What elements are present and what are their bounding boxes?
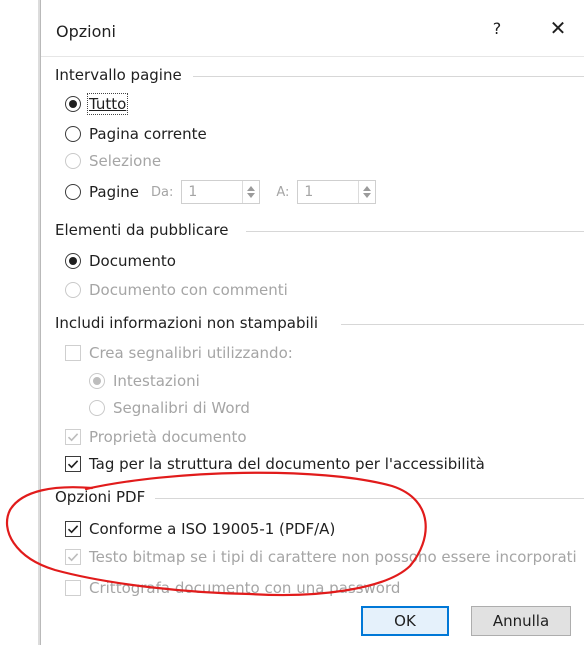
from-page-value[interactable]: 1 [182, 184, 242, 200]
publish-group-title: Elementi da pubblicare [55, 221, 239, 239]
iso-compliant-row[interactable]: Conforme a ISO 19005-1 (PDF/A) [65, 518, 335, 540]
create-bookmarks-label: Crea segnalibri utilizzando: [89, 344, 293, 362]
radio-current-page-label: Pagina corrente [89, 125, 207, 143]
radio-document-comments-row[interactable]: Documento con commenti [65, 279, 288, 301]
cancel-button[interactable]: Annulla [471, 606, 571, 636]
checkmark-icon [67, 433, 79, 442]
radio-document-comments[interactable] [65, 282, 81, 298]
accessibility-tags-row[interactable]: Tag per la struttura del documento per l… [65, 453, 485, 475]
from-page-stepper[interactable]: 1 [181, 180, 261, 204]
dialog-title: Opzioni [56, 22, 116, 41]
radio-pages-label: Pagine [89, 183, 139, 201]
radio-headings-row[interactable]: Intestazioni [89, 370, 200, 392]
document-properties-row[interactable]: Proprietà documento [65, 426, 247, 448]
to-label: A: [276, 184, 290, 200]
chevron-up-icon [247, 186, 256, 191]
radio-word-bookmarks[interactable] [89, 400, 105, 416]
background-app-edge [0, 0, 40, 645]
from-page-arrows[interactable] [242, 181, 259, 203]
bitmap-text-checkbox[interactable] [65, 549, 81, 565]
to-page-arrows[interactable] [358, 181, 375, 203]
radio-selection[interactable] [65, 153, 81, 169]
create-bookmarks-checkbox[interactable] [65, 345, 81, 361]
radio-document-comments-label: Documento con commenti [89, 281, 288, 299]
to-page-stepper[interactable]: 1 [297, 180, 377, 204]
close-button[interactable]: ✕ [546, 16, 570, 40]
encrypt-label: Crittografa documento con una password [89, 579, 401, 597]
ok-button[interactable]: OK [361, 606, 449, 636]
pdf-options-group-title: Opzioni PDF [55, 488, 156, 506]
non-printing-group-title: Includi informazioni non stampabili [55, 314, 329, 332]
chevron-up-icon [363, 186, 372, 191]
checkmark-icon [67, 460, 79, 469]
chevron-down-icon [247, 193, 256, 198]
accessibility-tags-checkbox[interactable] [65, 456, 81, 472]
radio-headings-label: Intestazioni [113, 372, 200, 390]
iso-compliant-label: Conforme a ISO 19005-1 (PDF/A) [89, 520, 336, 538]
bitmap-text-row[interactable]: Testo bitmap se i tipi di carattere non … [65, 546, 577, 568]
radio-word-bookmarks-label: Segnalibri di Word [113, 399, 250, 417]
help-button[interactable]: ? [486, 18, 508, 40]
checkmark-icon [67, 553, 79, 562]
radio-document-label: Documento [89, 252, 176, 270]
radio-pages-row[interactable]: Pagine Da: 1 A: 1 [65, 177, 377, 207]
document-properties-checkbox[interactable] [65, 429, 81, 445]
radio-all-row[interactable]: Tutto [65, 93, 129, 115]
pdf-options-group-line [155, 498, 584, 499]
to-page-value[interactable]: 1 [298, 184, 358, 200]
radio-selection-label: Selezione [89, 152, 162, 170]
radio-all-label: Tutto [86, 93, 129, 115]
non-printing-group-line [341, 324, 584, 325]
radio-current-page[interactable] [65, 126, 81, 142]
radio-current-page-row[interactable]: Pagina corrente [65, 123, 207, 145]
iso-compliant-checkbox[interactable] [65, 521, 81, 537]
encrypt-checkbox[interactable] [65, 580, 81, 596]
checkmark-icon [67, 525, 79, 534]
radio-document-row[interactable]: Documento [65, 250, 176, 272]
radio-pages[interactable] [65, 184, 81, 200]
bitmap-text-label: Testo bitmap se i tipi di carattere non … [89, 548, 577, 566]
publish-group-line [246, 231, 584, 232]
close-icon: ✕ [549, 16, 567, 40]
radio-document[interactable] [65, 253, 81, 269]
page-range-group-title: Intervallo pagine [55, 66, 192, 84]
encrypt-row[interactable]: Crittografa documento con una password [65, 577, 400, 599]
chevron-down-icon [363, 193, 372, 198]
radio-all[interactable] [65, 96, 81, 112]
document-properties-label: Proprietà documento [89, 428, 247, 446]
accessibility-tags-label: Tag per la struttura del documento per l… [89, 455, 485, 473]
from-label: Da: [151, 184, 174, 200]
create-bookmarks-row[interactable]: Crea segnalibri utilizzando: [65, 342, 293, 364]
radio-headings[interactable] [89, 373, 105, 389]
radio-selection-row[interactable]: Selezione [65, 150, 161, 172]
options-dialog: Opzioni ? ✕ Intervallo pagine Tutto Pagi… [40, 0, 584, 645]
title-bar: Opzioni ? ✕ [41, 0, 584, 57]
radio-word-bookmarks-row[interactable]: Segnalibri di Word [89, 397, 250, 419]
page-range-group-line [193, 76, 584, 77]
